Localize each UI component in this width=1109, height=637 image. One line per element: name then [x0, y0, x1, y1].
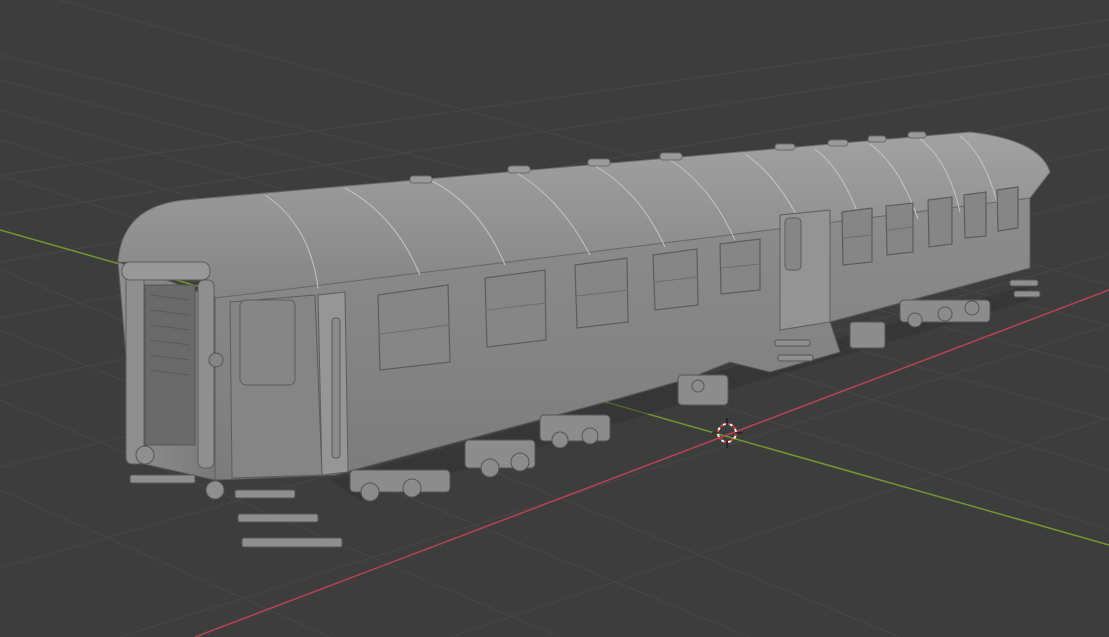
3d-cursor-icon[interactable]: [712, 418, 742, 448]
handrail: [331, 317, 341, 459]
door-window-front: [239, 299, 296, 386]
buffer-lamp: [208, 352, 224, 368]
3d-viewport[interactable]: [0, 0, 1109, 637]
gangway-post-left: [125, 271, 145, 465]
gangway-top: [121, 261, 211, 281]
end-door: [144, 284, 196, 446]
train-carriage-model[interactable]: [117, 131, 1051, 548]
entry-steps-front: [129, 474, 343, 548]
door-window-middle: [784, 217, 802, 271]
buffer-right: [205, 480, 225, 500]
buffer-left: [135, 445, 155, 465]
viewport-canvas[interactable]: [0, 0, 1109, 637]
gangway-post-right: [197, 279, 215, 469]
